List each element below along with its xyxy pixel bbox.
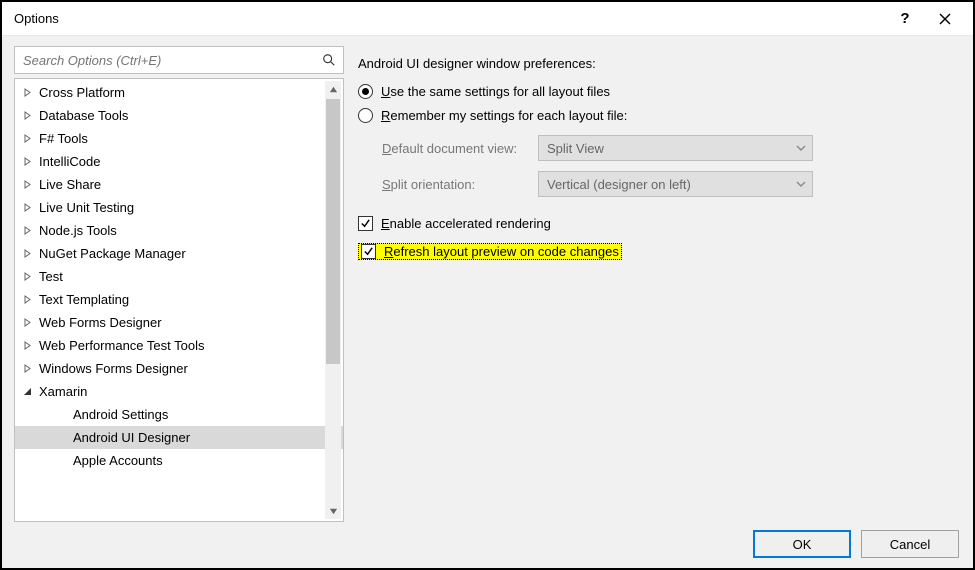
- radio-icon: [358, 108, 373, 123]
- tree-item[interactable]: Database Tools: [15, 104, 343, 127]
- tree-item-label: Text Templating: [39, 292, 129, 307]
- tree-item[interactable]: Live Share: [15, 173, 343, 196]
- settings-panel: Android UI designer window preferences: …: [358, 46, 961, 522]
- checkbox-icon: [361, 244, 376, 259]
- search-box[interactable]: [14, 46, 344, 74]
- tree-item[interactable]: Live Unit Testing: [15, 196, 343, 219]
- dialog-buttons: OK Cancel: [14, 530, 961, 558]
- tree-scrollbar[interactable]: [325, 81, 341, 519]
- expander-open-icon[interactable]: [21, 386, 33, 398]
- tree-item-label: F# Tools: [39, 131, 88, 146]
- chevron-down-icon: [796, 141, 806, 156]
- titlebar: Options ?: [2, 2, 973, 36]
- checkbox-icon: [358, 216, 373, 231]
- check-refresh-preview[interactable]: Refresh layout preview on code changes: [358, 239, 957, 263]
- tree-item[interactable]: Node.js Tools: [15, 219, 343, 242]
- tree-item[interactable]: Text Templating: [15, 288, 343, 311]
- scroll-thumb[interactable]: [326, 99, 340, 364]
- tree-item[interactable]: Windows Forms Designer: [15, 357, 343, 380]
- tree-item[interactable]: Android Settings: [15, 403, 343, 426]
- expander-closed-icon[interactable]: [21, 110, 33, 122]
- combo-value: Vertical (designer on left): [547, 177, 691, 192]
- expander-closed-icon[interactable]: [21, 317, 33, 329]
- expander-closed-icon[interactable]: [21, 271, 33, 283]
- chevron-down-icon: [796, 177, 806, 192]
- combo-value: Split View: [547, 141, 604, 156]
- content-row: Cross Platform Database Tools F# Tools Inte…: [14, 46, 961, 522]
- dialog-client: Cross Platform Database Tools F# Tools Inte…: [2, 36, 973, 568]
- tree-item-label: Apple Accounts: [73, 453, 163, 468]
- tree-item-label: Android Settings: [73, 407, 168, 422]
- options-dialog: Options ? Cross Platform Database Tools F#…: [0, 0, 975, 570]
- scroll-down-icon[interactable]: [325, 503, 341, 519]
- tree-item[interactable]: Xamarin: [15, 380, 343, 403]
- radio-label: Use the same settings for all layout fil…: [381, 84, 610, 99]
- tree-item[interactable]: Web Performance Test Tools: [15, 334, 343, 357]
- radio-same-settings[interactable]: Use the same settings for all layout fil…: [358, 79, 957, 103]
- check-accelerated-rendering[interactable]: Enable accelerated rendering: [358, 211, 957, 235]
- tree-item-label: Database Tools: [39, 108, 128, 123]
- tree-item-label: Node.js Tools: [39, 223, 117, 238]
- form-label: Split orientation:: [358, 177, 538, 192]
- tree-item-label: Android UI Designer: [73, 430, 190, 445]
- tree-item-label: NuGet Package Manager: [39, 246, 186, 261]
- tree-item[interactable]: Web Forms Designer: [15, 311, 343, 334]
- combo-default-document-view[interactable]: Split View: [538, 135, 813, 161]
- tree-item[interactable]: Cross Platform: [15, 81, 343, 104]
- expander-closed-icon[interactable]: [21, 340, 33, 352]
- close-button[interactable]: [925, 4, 965, 34]
- expander-closed-icon[interactable]: [21, 202, 33, 214]
- tree-item-label: IntelliCode: [39, 154, 100, 169]
- tree-item-label: Web Performance Test Tools: [39, 338, 204, 353]
- expander-closed-icon[interactable]: [21, 156, 33, 168]
- expander-closed-icon[interactable]: [21, 87, 33, 99]
- expander-closed-icon[interactable]: [21, 225, 33, 237]
- tree-item[interactable]: Apple Accounts: [15, 449, 343, 472]
- expander-closed-icon[interactable]: [21, 133, 33, 145]
- tree-item-label: Test: [39, 269, 63, 284]
- expander-closed-icon[interactable]: [21, 179, 33, 191]
- panel-heading: Android UI designer window preferences:: [358, 56, 957, 71]
- ok-button[interactable]: OK: [753, 530, 851, 558]
- form-label: Default document view:: [358, 141, 538, 156]
- options-tree-container: Cross Platform Database Tools F# Tools Inte…: [14, 78, 344, 522]
- tree-item[interactable]: Test: [15, 265, 343, 288]
- options-tree[interactable]: Cross Platform Database Tools F# Tools Inte…: [15, 79, 343, 521]
- tree-item-label: Live Share: [39, 177, 101, 192]
- scroll-up-icon[interactable]: [325, 81, 341, 97]
- window-title: Options: [14, 11, 59, 26]
- row-split-orientation: Split orientation: Vertical (designer on…: [358, 169, 957, 199]
- expander-closed-icon[interactable]: [21, 248, 33, 260]
- tree-item-label: Live Unit Testing: [39, 200, 134, 215]
- checkbox-label: Refresh layout preview on code changes: [384, 244, 619, 259]
- tree-item[interactable]: F# Tools: [15, 127, 343, 150]
- tree-item-label: Cross Platform: [39, 85, 125, 100]
- radio-remember-settings[interactable]: Remember my settings for each layout fil…: [358, 103, 957, 127]
- expander-closed-icon[interactable]: [21, 363, 33, 375]
- left-column: Cross Platform Database Tools F# Tools Inte…: [14, 46, 344, 522]
- help-button[interactable]: ?: [885, 4, 925, 34]
- combo-split-orientation[interactable]: Vertical (designer on left): [538, 171, 813, 197]
- tree-item-label: Xamarin: [39, 384, 87, 399]
- tree-item-label: Windows Forms Designer: [39, 361, 188, 376]
- search-input[interactable]: [15, 53, 315, 68]
- radio-icon: [358, 84, 373, 99]
- tree-item-label: Web Forms Designer: [39, 315, 162, 330]
- tree-item[interactable]: IntelliCode: [15, 150, 343, 173]
- radio-label: Remember my settings for each layout fil…: [381, 108, 627, 123]
- close-icon: [939, 13, 951, 25]
- search-icon: [315, 53, 343, 67]
- cancel-button[interactable]: Cancel: [861, 530, 959, 558]
- tree-item[interactable]: NuGet Package Manager: [15, 242, 343, 265]
- tree-item[interactable]: Android UI Designer: [15, 426, 343, 449]
- row-default-document-view: Default document view: Split View: [358, 133, 957, 163]
- checkbox-label: Enable accelerated rendering: [381, 216, 551, 231]
- expander-closed-icon[interactable]: [21, 294, 33, 306]
